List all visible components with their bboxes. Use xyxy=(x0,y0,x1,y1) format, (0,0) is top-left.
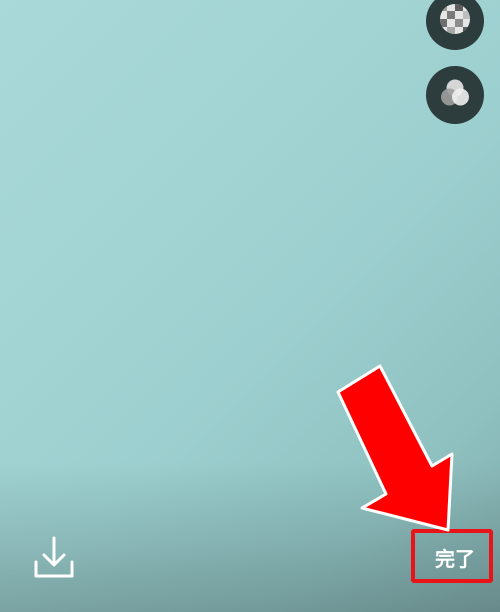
filter-icon xyxy=(438,76,472,114)
download-button[interactable] xyxy=(30,532,78,584)
done-label: 完了 xyxy=(435,546,475,571)
download-icon xyxy=(30,536,78,588)
mosaic-icon xyxy=(439,3,471,39)
done-button[interactable]: 完了 xyxy=(416,530,494,584)
filter-tool-button[interactable] xyxy=(426,66,484,124)
mosaic-tool-button[interactable] xyxy=(426,0,484,50)
photo-edit-screen: 完了 xyxy=(0,0,500,612)
